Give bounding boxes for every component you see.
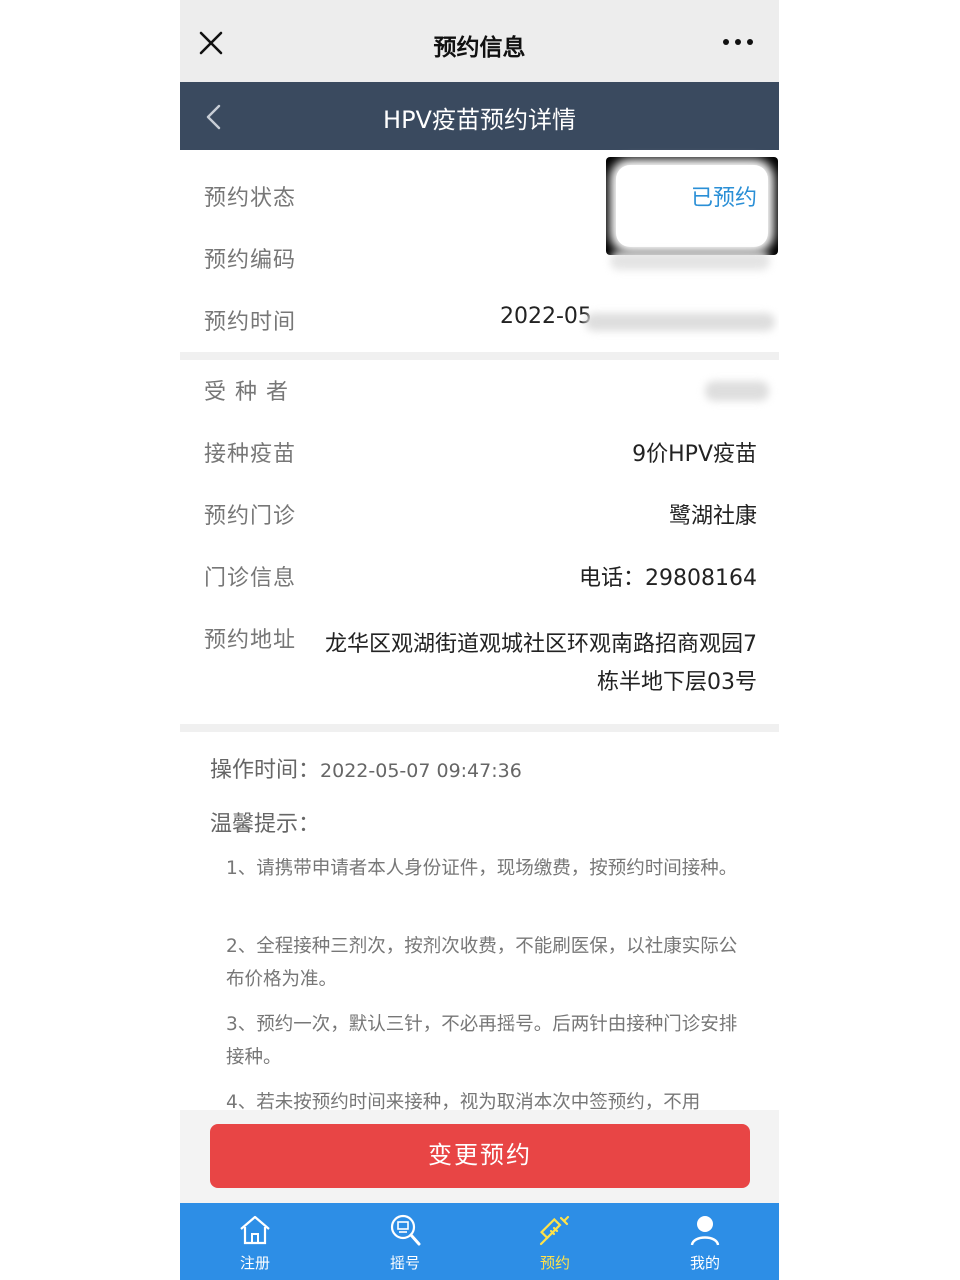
tips-title: 温馨提示： — [210, 812, 321, 837]
clinic-phone[interactable]: 电话：29808164 — [579, 560, 757, 592]
redacted-recipient — [705, 381, 769, 401]
detail-row-recipient: 受 种 者 — [180, 360, 779, 422]
recipient-label: 受 种 者 — [204, 380, 289, 405]
more-icon[interactable] — [723, 36, 753, 48]
tab-mine[interactable]: 我的 — [630, 1203, 779, 1280]
redacted-code — [610, 252, 770, 270]
operation-time-value: 2022-05-07 09:47:36 — [320, 760, 522, 782]
address-label: 预约地址 — [204, 628, 297, 653]
tips-list: 1、请携带申请者本人身份证件，现场缴费，按预约时间接种。 2、全程接种三剂次，按… — [180, 846, 779, 1110]
tip-item: 1、请携带申请者本人身份证件，现场缴费，按预约时间接种。 — [226, 858, 738, 879]
change-appointment-button[interactable]: 变更预约 — [210, 1124, 750, 1188]
tab-label: 注册 — [239, 1254, 270, 1272]
syringe-icon — [539, 1215, 570, 1246]
tab-label: 摇号 — [389, 1254, 420, 1272]
detail-row-clinic-info: 门诊信息 电话：29808164 — [180, 546, 779, 608]
button-area: 变更预约 — [180, 1110, 779, 1203]
tab-label: 预约 — [539, 1254, 570, 1272]
tip-item: 2、全程接种三剂次，按剂次收费，不能刷医保，以社康实际公布价格为准。 — [226, 936, 738, 990]
tab-appointment[interactable]: 预约 — [480, 1203, 630, 1280]
clinic-label: 预约门诊 — [204, 504, 297, 529]
status-value: 已预约 — [690, 186, 757, 211]
time-value: 2022-05 — [500, 304, 592, 329]
search-number-icon — [390, 1214, 421, 1246]
wechat-title-bar: 预约信息 — [180, 0, 779, 82]
redacted-time — [585, 313, 775, 331]
detail-row-status: 预约状态 已预约 — [180, 166, 779, 228]
tip-item: 3、预约一次，默认三针，不必再摇号。后两针由接种门诊安排接种。 — [226, 1014, 738, 1068]
phone-screen: 预约信息 HPV疫苗预约详情 预约状态 已预约 预约编码 预约时间 2022-0… — [180, 0, 779, 1280]
bottom-tab-bar: 注册 摇号 预约 我的 — [180, 1203, 779, 1280]
code-label: 预约编码 — [204, 248, 297, 273]
operation-time-label: 操作时间： — [210, 758, 321, 783]
section-divider — [180, 724, 779, 732]
home-icon — [240, 1215, 270, 1245]
app-header: HPV疫苗预约详情 — [180, 82, 779, 150]
wechat-title: 预约信息 — [433, 35, 526, 61]
vaccine-label: 接种疫苗 — [204, 442, 297, 467]
detail-row-clinic: 预约门诊 鹭湖社康 — [180, 484, 779, 546]
detail-row-vaccine: 接种疫苗 9价HPV疫苗 — [180, 422, 779, 484]
section-divider — [180, 352, 779, 360]
tab-label: 我的 — [689, 1254, 720, 1272]
clinic-value: 鹭湖社康 — [668, 504, 757, 529]
clinic-info-label: 门诊信息 — [204, 566, 297, 591]
status-label: 预约状态 — [204, 186, 297, 211]
tip-item: 4、若未按预约时间来接种，视为取消本次中签预约，不用 — [226, 1092, 701, 1110]
tab-lottery[interactable]: 摇号 — [330, 1203, 480, 1280]
tab-register[interactable]: 注册 — [180, 1203, 330, 1280]
address-value: 龙华区观湖街道观城社区环观南路招商观园7栋半地下层03号 — [325, 632, 757, 695]
operation-time: 操作时间：2022-05-07 09:47:36 — [210, 752, 522, 784]
vaccine-value: 9价HPV疫苗 — [632, 442, 757, 467]
time-label: 预约时间 — [204, 310, 297, 335]
user-icon — [690, 1216, 720, 1246]
page-title: HPV疫苗预约详情 — [383, 106, 576, 134]
